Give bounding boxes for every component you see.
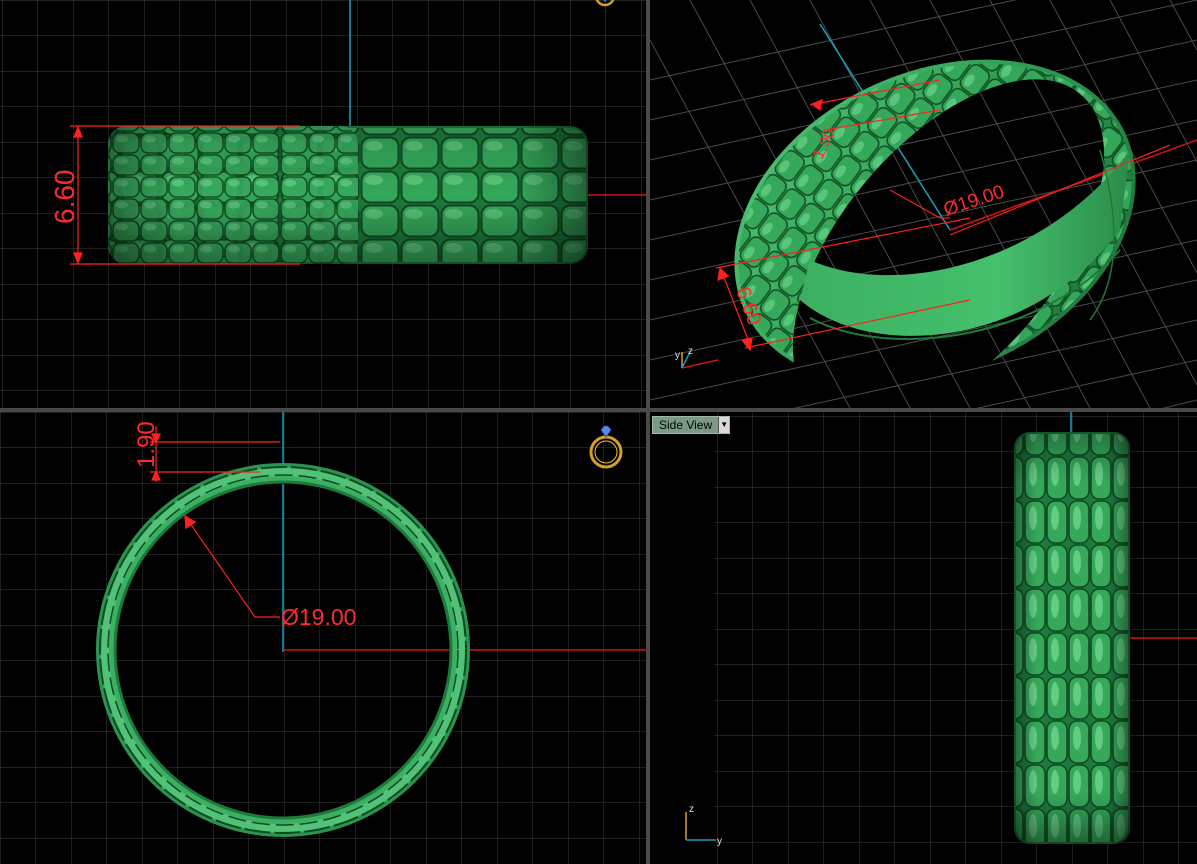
svg-text:y: y [675, 350, 680, 361]
ring-front-profile [108, 126, 588, 264]
side-view-canvas: z y [650, 412, 1197, 864]
viewport-side[interactable]: z y Side View ▼ [650, 412, 1197, 864]
perspective-view-canvas: 1.90 Ø19.00 6.60 y z [650, 0, 1197, 408]
svg-text:y: y [717, 836, 722, 847]
ring-side-profile [1014, 432, 1130, 844]
chevron-down-icon[interactable]: ▼ [718, 417, 730, 433]
top-view-canvas: 1.90 Ø19.00 [0, 412, 646, 864]
svg-text:z: z [688, 346, 693, 357]
thickness-dimension-label: 1.90 [133, 421, 160, 468]
viewport-label-text: Side View [659, 418, 713, 432]
height-dimension-label: 6.60 [49, 170, 80, 225]
front-view-canvas: 6.60 [0, 0, 646, 408]
viewport-front[interactable]: 6.60 [0, 0, 646, 408]
viewport-label-side-view[interactable]: Side View ▼ [652, 416, 731, 434]
viewport-divider-vertical[interactable] [646, 0, 650, 864]
viewport-perspective[interactable]: 1.90 Ø19.00 6.60 y z [650, 0, 1197, 408]
diameter-dimension-label: Ø19.00 [281, 604, 356, 630]
viewport-top[interactable]: 1.90 Ø19.00 [0, 412, 646, 864]
svg-text:z: z [689, 804, 694, 815]
viewport-divider-horizontal[interactable] [0, 408, 1197, 412]
ring-perspective [734, 59, 1136, 385]
